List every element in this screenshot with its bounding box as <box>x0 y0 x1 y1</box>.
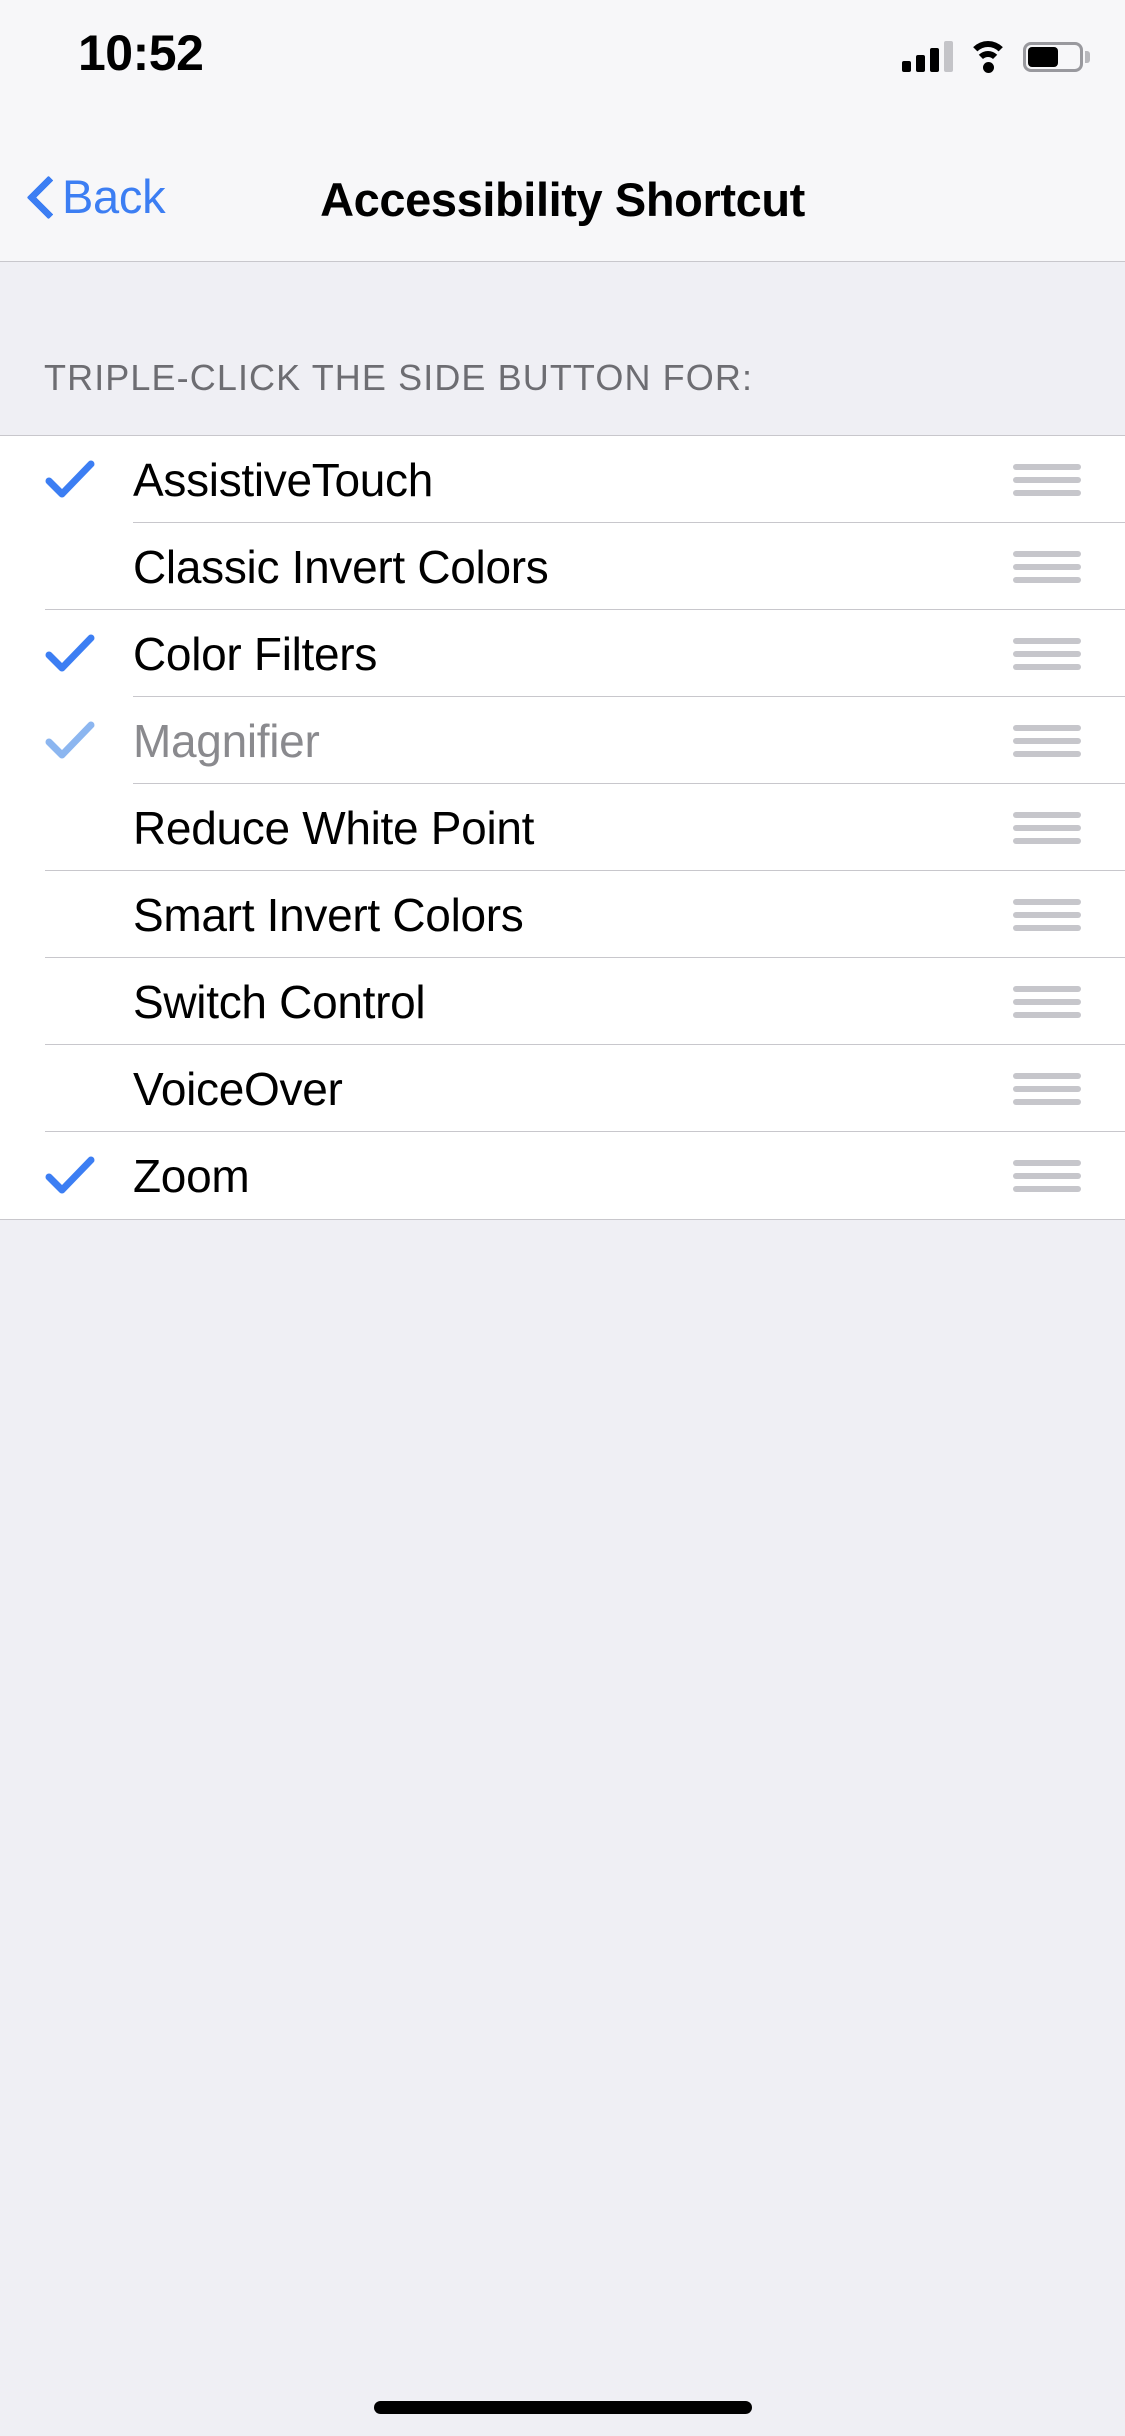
status-bar-clock: 10:52 <box>78 25 204 81</box>
cellular-signal-icon <box>902 40 953 72</box>
table-row-label: AssistiveTouch <box>133 453 434 506</box>
table-row[interactable]: Color Filters <box>0 610 1125 697</box>
section-header: TRIPLE-CLICK THE SIDE BUTTON FOR: <box>0 262 1125 435</box>
table-row[interactable]: VoiceOver <box>0 1045 1125 1132</box>
table-row-label: Switch Control <box>133 975 426 1028</box>
reorder-handle-icon[interactable] <box>1013 985 1081 1018</box>
reorder-handle-icon[interactable] <box>1013 1159 1081 1192</box>
table-row[interactable]: AssistiveTouch <box>0 436 1125 523</box>
table-row[interactable]: Zoom <box>0 1132 1125 1219</box>
table-row[interactable]: Reduce White Point <box>0 784 1125 871</box>
checkmark-icon <box>44 628 96 680</box>
table-row-label: Smart Invert Colors <box>133 888 524 941</box>
status-bar-indicators <box>902 30 1090 73</box>
wifi-icon <box>967 40 1009 73</box>
checkmark-icon <box>44 715 96 767</box>
page-title: Accessibility Shortcut <box>320 173 805 226</box>
section-header-label: TRIPLE-CLICK THE SIDE BUTTON FOR: <box>44 357 754 398</box>
iphone-screen: 10:52 Back Accessibility Shortcut TRIPLE… <box>0 0 1125 2436</box>
table-row-label: VoiceOver <box>133 1062 343 1115</box>
table-row[interactable]: Smart Invert Colors <box>0 871 1125 958</box>
battery-icon <box>1023 42 1090 72</box>
table-row[interactable]: Classic Invert Colors <box>0 523 1125 610</box>
table-row[interactable]: Magnifier <box>0 697 1125 784</box>
table-row-label: Reduce White Point <box>133 801 535 854</box>
table-row-label: Magnifier <box>133 714 320 767</box>
checkmark-icon <box>44 454 96 506</box>
table-row[interactable]: Switch Control <box>0 958 1125 1045</box>
table-row-label: Zoom <box>133 1149 250 1202</box>
reorder-handle-icon[interactable] <box>1013 1072 1081 1105</box>
reorder-handle-icon[interactable] <box>1013 724 1081 757</box>
reorder-handle-icon[interactable] <box>1013 463 1081 496</box>
reorder-handle-icon[interactable] <box>1013 637 1081 670</box>
shortcut-options-table: AssistiveTouch Classic Invert Colors Color… <box>0 435 1125 1220</box>
reorder-handle-icon[interactable] <box>1013 550 1081 583</box>
reorder-handle-icon[interactable] <box>1013 811 1081 844</box>
checkmark-icon <box>44 1150 96 1202</box>
table-row-label: Color Filters <box>133 627 378 680</box>
reorder-handle-icon[interactable] <box>1013 898 1081 931</box>
table-row-label: Classic Invert Colors <box>133 540 549 593</box>
home-indicator[interactable] <box>373 2401 752 2414</box>
navigation-bar: Back Accessibility Shortcut <box>0 132 1125 262</box>
status-bar: 10:52 <box>0 0 1125 132</box>
